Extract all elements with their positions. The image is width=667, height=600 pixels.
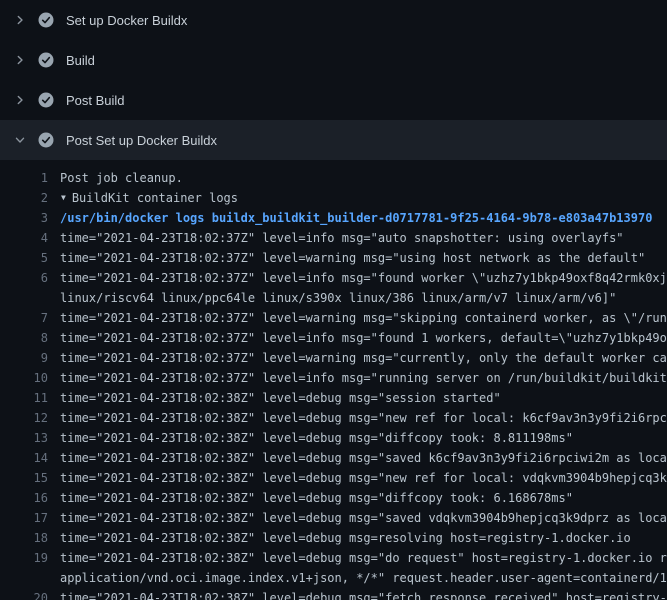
log-line: 4 ▼ time="2021-04-23T18:02:37Z" level=in… (0, 228, 667, 248)
line-number[interactable]: 7 (0, 308, 48, 328)
log-text: time="2021-04-23T18:02:38Z" level=debug … (60, 588, 667, 600)
line-number[interactable]: 1 (0, 168, 48, 188)
chevron-icon[interactable] (12, 12, 28, 28)
log-group-caret-icon[interactable]: ▼ (61, 188, 66, 208)
line-number[interactable] (0, 568, 48, 588)
log-text: BuildKit container logs (72, 188, 667, 208)
log-text: time="2021-04-23T18:02:38Z" level=debug … (60, 448, 667, 468)
log-text: time="2021-04-23T18:02:37Z" level=info m… (60, 368, 667, 388)
line-number[interactable]: 13 (0, 428, 48, 448)
chevron-icon[interactable] (12, 92, 28, 108)
log-text: time="2021-04-23T18:02:37Z" level=info m… (60, 228, 667, 248)
log-text: time="2021-04-23T18:02:37Z" level=warnin… (60, 308, 667, 328)
line-number[interactable] (0, 288, 48, 308)
log-line: 5 ▼ time="2021-04-23T18:02:37Z" level=wa… (0, 248, 667, 268)
line-number[interactable]: 6 (0, 268, 48, 288)
log-line: 9 ▼ time="2021-04-23T18:02:37Z" level=wa… (0, 348, 667, 368)
log-line: 8 ▼ time="2021-04-23T18:02:37Z" level=in… (0, 328, 667, 348)
chevron-icon[interactable] (12, 132, 28, 148)
log-line: 17 ▼ time="2021-04-23T18:02:38Z" level=d… (0, 508, 667, 528)
steps-list: Set up Docker Buildx Build P (0, 0, 667, 160)
log-text: time="2021-04-23T18:02:38Z" level=debug … (60, 468, 667, 488)
log-line: 10 ▼ time="2021-04-23T18:02:37Z" level=i… (0, 368, 667, 388)
log-line: 6 ▼ time="2021-04-23T18:02:37Z" level=in… (0, 268, 667, 288)
log-text: time="2021-04-23T18:02:38Z" level=debug … (60, 508, 667, 528)
log-line: 12 ▼ time="2021-04-23T18:02:38Z" level=d… (0, 408, 667, 428)
log-text: time="2021-04-23T18:02:37Z" level=warnin… (60, 348, 667, 368)
log-text: linux/riscv64 linux/ppc64le linux/s390x … (60, 288, 667, 308)
log-text: time="2021-04-23T18:02:37Z" level=warnin… (60, 248, 667, 268)
step-build[interactable]: Build (0, 40, 667, 80)
step-set-up-docker-buildx[interactable]: Set up Docker Buildx (0, 0, 667, 40)
log-text: time="2021-04-23T18:02:38Z" level=debug … (60, 548, 667, 568)
log-line: 7 ▼ time="2021-04-23T18:02:37Z" level=wa… (0, 308, 667, 328)
check-circle-icon (38, 132, 54, 148)
step-post-set-up-docker-buildx[interactable]: Post Set up Docker Buildx (0, 120, 667, 160)
line-number[interactable]: 18 (0, 528, 48, 548)
line-number[interactable]: 4 (0, 228, 48, 248)
log-text: time="2021-04-23T18:02:38Z" level=debug … (60, 388, 667, 408)
log-line: 2 ▼ BuildKit container logs (0, 188, 667, 208)
log-text: time="2021-04-23T18:02:37Z" level=info m… (60, 328, 667, 348)
line-number[interactable]: 9 (0, 348, 48, 368)
log-text: time="2021-04-23T18:02:38Z" level=debug … (60, 528, 667, 548)
line-number[interactable]: 11 (0, 388, 48, 408)
log-line: 18 ▼ time="2021-04-23T18:02:38Z" level=d… (0, 528, 667, 548)
check-circle-icon (38, 92, 54, 108)
log-line: 14 ▼ time="2021-04-23T18:02:38Z" level=d… (0, 448, 667, 468)
log-line: 3 ▼ /usr/bin/docker logs buildx_buildkit… (0, 208, 667, 228)
step-label: Build (66, 54, 95, 67)
log-text: Post job cleanup. (60, 168, 667, 188)
log-line: 11 ▼ time="2021-04-23T18:02:38Z" level=d… (0, 388, 667, 408)
line-number[interactable]: 5 (0, 248, 48, 268)
log-line: 19 ▼ time="2021-04-23T18:02:38Z" level=d… (0, 548, 667, 568)
line-number[interactable]: 10 (0, 368, 48, 388)
log-line: 15 ▼ time="2021-04-23T18:02:38Z" level=d… (0, 468, 667, 488)
line-number[interactable]: 19 (0, 548, 48, 568)
log-text: time="2021-04-23T18:02:37Z" level=info m… (60, 268, 667, 288)
log-line: 20 ▼ time="2021-04-23T18:02:38Z" level=d… (0, 588, 667, 600)
log-text: time="2021-04-23T18:02:38Z" level=debug … (60, 408, 667, 428)
log-text: time="2021-04-23T18:02:38Z" level=debug … (60, 488, 667, 508)
log-line: 16 ▼ time="2021-04-23T18:02:38Z" level=d… (0, 488, 667, 508)
check-circle-icon (38, 12, 54, 28)
line-number[interactable]: 15 (0, 468, 48, 488)
chevron-icon[interactable] (12, 52, 28, 68)
step-label: Set up Docker Buildx (66, 14, 187, 27)
line-number[interactable]: 12 (0, 408, 48, 428)
line-number[interactable]: 14 (0, 448, 48, 468)
log-text: time="2021-04-23T18:02:38Z" level=debug … (60, 428, 667, 448)
check-circle-icon (38, 52, 54, 68)
log-text: application/vnd.oci.image.index.v1+json,… (60, 568, 667, 588)
line-number[interactable]: 3 (0, 208, 48, 228)
actions-log-viewer: Set up Docker Buildx Build P (0, 0, 667, 600)
log-line: 1 ▼ Post job cleanup. (0, 168, 667, 188)
step-label: Post Build (66, 94, 125, 107)
log-container[interactable]: 1 ▼ Post job cleanup. 2 ▼ BuildKit conta… (0, 160, 667, 600)
line-number[interactable]: 20 (0, 588, 48, 600)
log-text: /usr/bin/docker logs buildx_buildkit_bui… (60, 208, 667, 228)
line-number[interactable]: 17 (0, 508, 48, 528)
log-line: ▼ linux/riscv64 linux/ppc64le linux/s390… (0, 288, 667, 308)
log-line: 13 ▼ time="2021-04-23T18:02:38Z" level=d… (0, 428, 667, 448)
log-line: ▼ application/vnd.oci.image.index.v1+jso… (0, 568, 667, 588)
line-number[interactable]: 2 (0, 188, 48, 208)
step-label: Post Set up Docker Buildx (66, 134, 217, 147)
step-post-build[interactable]: Post Build (0, 80, 667, 120)
line-number[interactable]: 16 (0, 488, 48, 508)
line-number[interactable]: 8 (0, 328, 48, 348)
